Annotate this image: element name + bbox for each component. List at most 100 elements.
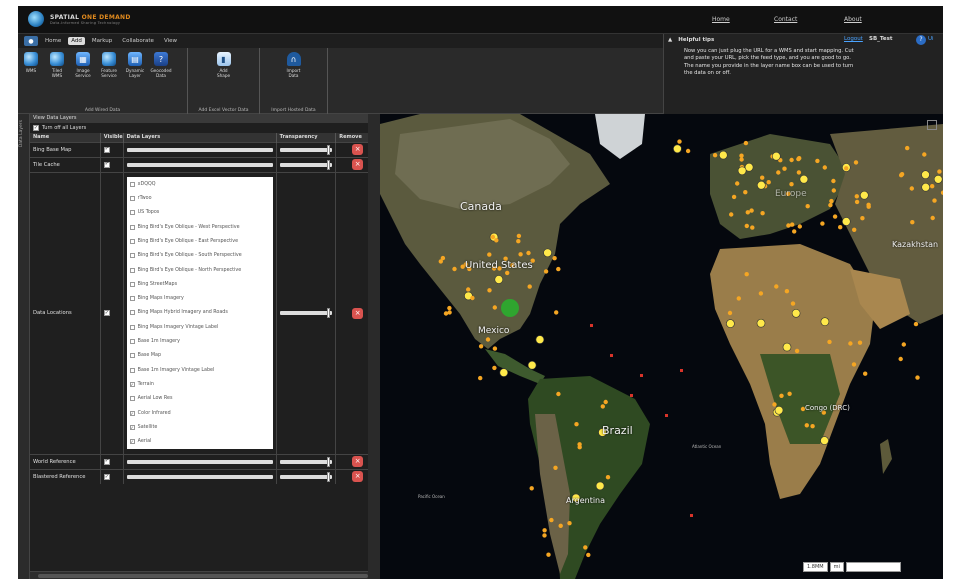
sub-layer-checkbox[interactable] [129, 181, 135, 187]
wms-button[interactable]: WMS [21, 50, 41, 114]
sub-layer-checkbox[interactable] [129, 224, 135, 230]
sub-layer-checkbox[interactable] [129, 196, 135, 202]
map-point-marker[interactable] [848, 341, 853, 346]
map-red-marker[interactable] [665, 414, 668, 417]
sub-layer-item[interactable]: Bing Bird's Eye Oblique - West Perspecti… [127, 220, 273, 234]
map-point-marker[interactable] [820, 317, 830, 326]
visible-checkbox[interactable]: ✓ [103, 474, 110, 480]
map-point-marker[interactable] [863, 371, 868, 376]
map-point-marker[interactable] [937, 169, 942, 174]
map-point-marker[interactable] [789, 182, 794, 187]
map-point-marker[interactable] [796, 170, 802, 175]
map-point-marker[interactable] [915, 375, 920, 380]
visible-checkbox[interactable]: ✓ [103, 146, 110, 153]
map-point-marker[interactable] [766, 180, 771, 185]
map-point-marker[interactable] [542, 528, 547, 533]
sub-layer-item[interactable]: Bing StreetMaps [127, 277, 273, 291]
map-point-marker[interactable] [492, 305, 497, 310]
nav-contact[interactable]: Contact [774, 16, 797, 23]
import-data-button[interactable]: ∩ Import Data [284, 50, 304, 114]
map-point-marker[interactable] [844, 166, 849, 171]
sub-layer-item[interactable]: Base Map [127, 349, 273, 363]
sub-layer-item[interactable]: Base 1m Imagery Vintage Label [127, 363, 273, 377]
map-point-marker[interactable] [857, 340, 863, 345]
feature-service-button[interactable]: Feature Service [99, 50, 119, 114]
sub-layer-checkbox[interactable] [129, 324, 135, 330]
map-point-marker[interactable] [784, 289, 790, 294]
map-point-marker[interactable] [737, 166, 747, 176]
map-point-marker[interactable] [838, 225, 843, 230]
map-point-marker[interactable] [595, 481, 605, 491]
dynamic-layer-button[interactable]: ▤ Dynamic Layer [125, 50, 145, 114]
map-red-marker[interactable] [690, 514, 693, 517]
map-point-marker[interactable] [829, 198, 834, 204]
map-point-marker[interactable] [774, 405, 784, 415]
sub-layer-checkbox[interactable]: ✓ [129, 410, 135, 416]
map-red-marker[interactable] [630, 394, 633, 397]
map-point-marker[interactable] [932, 198, 937, 203]
map-point-marker[interactable] [605, 475, 611, 480]
map-point-marker[interactable] [827, 339, 832, 345]
map-point-marker[interactable] [452, 266, 457, 272]
sub-layer-checkbox[interactable] [129, 396, 135, 402]
map-point-marker[interactable] [731, 194, 737, 200]
map-point-marker[interactable] [574, 422, 579, 427]
map-point-marker[interactable] [792, 229, 797, 234]
map-point-marker[interactable] [492, 365, 497, 371]
nav-about[interactable]: About [844, 16, 862, 23]
transparency-slider[interactable] [279, 308, 333, 318]
map-point-marker[interactable] [583, 545, 588, 550]
tab-collaborate[interactable]: Collaborate [119, 37, 157, 45]
horizontal-scrollbar[interactable] [30, 571, 380, 579]
map-point-marker[interactable] [913, 321, 919, 327]
map-point-marker[interactable] [831, 178, 836, 184]
map-point-marker[interactable] [898, 356, 903, 362]
map-point-marker[interactable] [804, 423, 809, 428]
app-menu-button[interactable]: ● [24, 36, 38, 46]
map-point-marker[interactable] [860, 216, 865, 221]
map-point-marker[interactable] [758, 291, 764, 296]
map-point-marker[interactable] [487, 288, 492, 293]
map-point-marker[interactable] [859, 190, 869, 200]
map-point-marker[interactable] [930, 215, 935, 221]
map-point-marker[interactable] [743, 190, 748, 195]
map-point-marker[interactable] [756, 318, 766, 328]
map-point-marker[interactable] [790, 222, 795, 227]
tiled-wms-button[interactable]: Tiled WMS [47, 50, 67, 114]
remove-button[interactable]: × [352, 471, 364, 483]
map-point-marker[interactable] [799, 174, 809, 184]
slider-knob[interactable] [327, 144, 331, 155]
map-point-marker[interactable] [739, 153, 744, 158]
map-point-marker[interactable] [828, 202, 833, 208]
sub-layer-item[interactable]: Bing Maps Hybrid Imagery and Roads [127, 306, 273, 320]
slider-knob[interactable] [327, 308, 331, 318]
map-point-marker[interactable] [739, 157, 744, 162]
map-point-marker[interactable] [549, 517, 554, 523]
sub-layer-item[interactable]: Bing Maps Imagery [127, 292, 273, 306]
map-point-marker[interactable] [736, 296, 741, 301]
sub-layer-item[interactable]: Bing Bird's Eye Oblique - East Perspecti… [127, 234, 273, 248]
sub-layer-checkbox[interactable] [129, 267, 135, 273]
remove-button[interactable]: × [352, 144, 364, 155]
sub-layer-checkbox[interactable]: ✓ [129, 381, 135, 387]
map-point-marker[interactable] [776, 170, 781, 175]
map-point-marker[interactable] [930, 184, 935, 189]
map-point-marker[interactable] [478, 344, 484, 349]
map-point-marker[interactable] [771, 151, 781, 161]
sub-layer-item[interactable]: ✓ Satellite [127, 420, 273, 434]
map-red-marker[interactable] [610, 354, 613, 357]
map-point-marker[interactable] [774, 284, 779, 289]
sub-layer-item[interactable]: ✓ Color Infrared [127, 406, 273, 420]
vertical-scrollbar[interactable] [368, 114, 380, 579]
map-point-marker[interactable] [854, 194, 859, 199]
geocoded-data-button[interactable]: ? Geocoded Data [150, 50, 172, 114]
map-point-marker[interactable] [470, 295, 475, 301]
sub-layer-item[interactable]: US Topos [127, 206, 273, 220]
map-point-marker[interactable] [745, 210, 750, 215]
map-point-marker[interactable] [556, 266, 561, 272]
sub-layer-checkbox[interactable] [129, 339, 135, 345]
map-point-marker[interactable] [794, 348, 800, 354]
sub-layer-checkbox[interactable] [129, 310, 135, 316]
map-point-marker[interactable] [447, 305, 452, 311]
map-point-marker[interactable] [529, 486, 534, 491]
